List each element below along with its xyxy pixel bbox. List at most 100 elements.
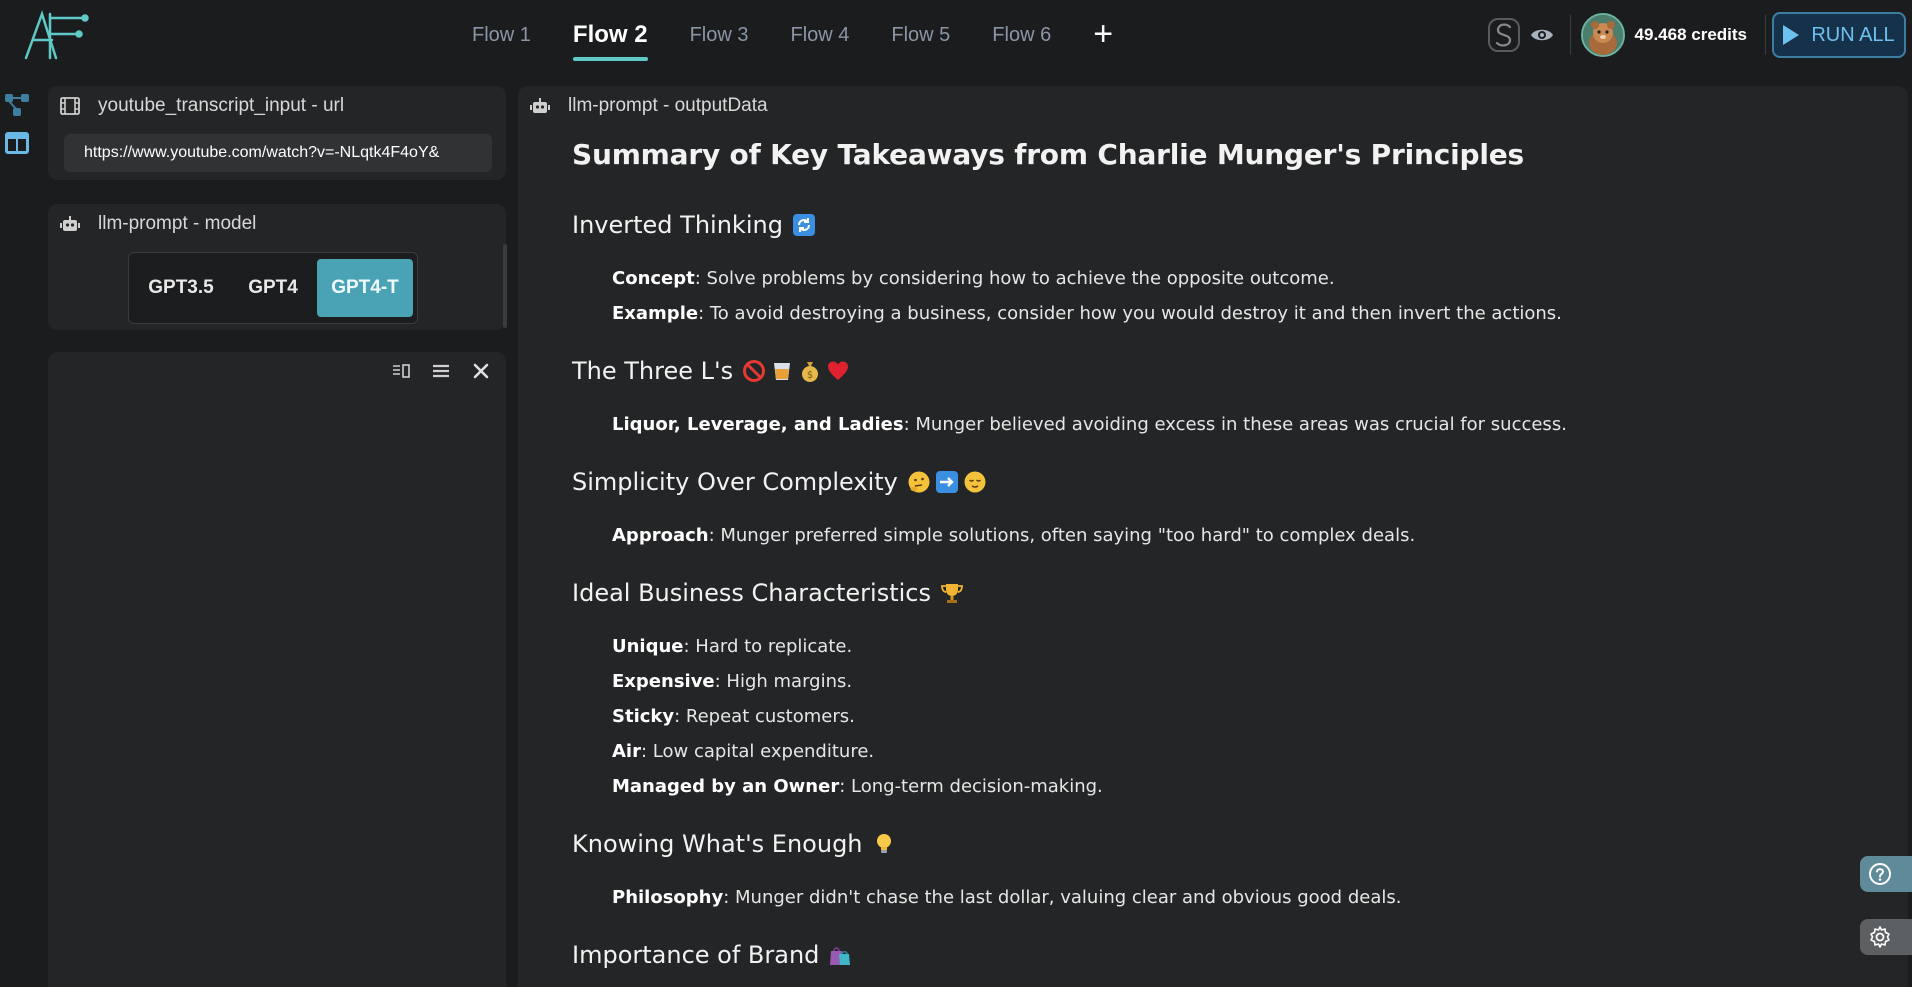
output-panel: llm-prompt - outputData Summary of Key T… [518, 86, 1908, 987]
panel-header: llm-prompt - outputData [518, 86, 1908, 126]
split-view-icon[interactable] [390, 360, 412, 382]
item-text: : Munger preferred simple solutions, oft… [708, 525, 1416, 546]
svg-text:$: $ [807, 370, 813, 381]
item-label: Approach [612, 525, 709, 546]
item-label: Unique [612, 636, 684, 657]
credits-balance: 49.468 credits [1634, 25, 1747, 44]
top-bar: Flow 1 Flow 2 Flow 3 Flow 4 Flow 5 Flow … [0, 0, 1912, 70]
item-label: Philosophy [612, 887, 724, 908]
model-panel: llm-prompt - model GPT3.5 GPT4 GPT4-T [48, 204, 507, 330]
list-item: Approach: Munger preferred simple soluti… [612, 518, 1872, 553]
item-text: : Low capital expenditure. [640, 741, 875, 762]
section-title: Knowing What's Enough [572, 830, 1872, 858]
section-brand: Importance of Brand [572, 941, 1872, 969]
user-avatar[interactable] [1580, 13, 1625, 57]
list-item: Air: Low capital expenditure. [612, 734, 1872, 769]
tab-flow-5[interactable]: Flow 5 [891, 0, 950, 70]
thinking-face-icon [906, 469, 932, 495]
model-selector: GPT3.5 GPT4 GPT4-T [128, 252, 418, 324]
section-three-ls: The Three L's $ Liquor, Leverage, and La… [572, 357, 1872, 442]
tab-flow-3[interactable]: Flow 3 [690, 0, 749, 70]
item-text: : Munger didn't chase the last dollar, v… [723, 887, 1402, 908]
section-title-text: Ideal Business Characteristics [572, 579, 931, 607]
flow-graph-icon[interactable] [0, 86, 34, 124]
list-item: Managed by an Owner: Long-term decision-… [612, 769, 1872, 804]
item-label: Expensive [612, 671, 715, 692]
s-logo-icon[interactable] [1487, 18, 1520, 52]
tab-flow-1[interactable]: Flow 1 [472, 0, 531, 70]
trophy-icon [939, 580, 965, 606]
item-text: : Munger believed avoiding excess in the… [903, 414, 1567, 435]
layout-panels-icon[interactable] [0, 124, 34, 162]
settings-gear-icon [1870, 926, 1890, 948]
section-title-text: Inverted Thinking [572, 211, 783, 239]
list-item: Philosophy: Munger didn't chase the last… [612, 880, 1872, 915]
item-label: Liquor, Leverage, and Ladies [612, 414, 904, 435]
left-rail [0, 86, 34, 162]
section-title-text: Knowing What's Enough [572, 830, 863, 858]
item-label: Concept [612, 268, 695, 289]
section-knowing-enough: Knowing What's Enough Philosophy: Munger… [572, 830, 1872, 915]
divider [1569, 15, 1571, 55]
section-title: Inverted Thinking [572, 211, 1872, 239]
item-label: Example [612, 303, 699, 324]
help-circle-icon [1869, 863, 1891, 885]
flow-tabs: Flow 1 Flow 2 Flow 3 Flow 4 Flow 5 Flow … [472, 0, 1113, 70]
model-option-gpt4-turbo[interactable]: GPT4-T [317, 259, 413, 317]
relieved-face-icon [962, 469, 988, 495]
list-item: Unique: Hard to replicate. [612, 629, 1872, 664]
item-text: : To avoid destroying a business, consid… [698, 303, 1562, 324]
add-flow-button[interactable]: + [1093, 17, 1113, 51]
list-item: Liquor, Leverage, and Ladies: Munger bel… [612, 407, 1872, 442]
right-arrow-icon [934, 469, 960, 495]
tab-flow-2[interactable]: Flow 2 [572, 0, 648, 70]
run-all-label: RUN ALL [1811, 23, 1895, 46]
app-logo[interactable] [22, 10, 92, 62]
section-ideal-business: Ideal Business Characteristics Unique: H… [572, 579, 1872, 804]
item-label: Air [612, 741, 641, 762]
panel-title: llm-prompt - outputData [568, 95, 768, 116]
section-title-text: Importance of Brand [572, 941, 820, 969]
panel-toolbar [372, 360, 492, 382]
run-all-button[interactable]: RUN ALL [1772, 12, 1906, 58]
youtube-url-panel: youtube_transcript_input - url https://w… [48, 86, 506, 180]
tab-flow-6[interactable]: Flow 6 [992, 0, 1051, 70]
item-label: Sticky [612, 706, 675, 727]
cycle-arrows-icon [791, 212, 817, 238]
section-simplicity: Simplicity Over Complexity Approach: Mun… [572, 468, 1872, 553]
item-text: : Solve problems by considering how to a… [694, 268, 1335, 289]
panel-header: youtube_transcript_input - url [48, 86, 506, 126]
play-icon [1783, 25, 1800, 45]
list-item: Expensive: High margins. [612, 664, 1872, 699]
top-right-controls: 49.468 credits RUN ALL [1487, 0, 1912, 70]
robot-icon [60, 214, 80, 234]
divider [1765, 15, 1766, 55]
list-item: Sticky: Repeat customers. [612, 699, 1872, 734]
section-title: The Three L's $ [572, 357, 1872, 385]
eye-icon[interactable] [1530, 26, 1554, 44]
scrollbar[interactable] [503, 244, 507, 328]
menu-icon[interactable] [430, 360, 452, 382]
list-item: Concept: Solve problems by considering h… [612, 261, 1872, 296]
tab-flow-4[interactable]: Flow 4 [790, 0, 849, 70]
settings-button[interactable] [1860, 919, 1912, 955]
shopping-bags-icon [827, 942, 853, 968]
item-label: Managed by an Owner [612, 776, 840, 797]
section-inverted-thinking: Inverted Thinking Concept: Solve problem… [572, 211, 1872, 331]
youtube-url-input[interactable]: https://www.youtube.com/watch?v=-NLqtk4F… [64, 134, 492, 172]
robot-icon [530, 96, 550, 116]
model-option-gpt35[interactable]: GPT3.5 [133, 259, 229, 317]
output-content: Summary of Key Takeaways from Charlie Mu… [572, 138, 1872, 987]
item-text: : Repeat customers. [674, 706, 855, 727]
item-text: : Hard to replicate. [683, 636, 853, 657]
section-title: Ideal Business Characteristics [572, 579, 1872, 607]
panel-title: llm-prompt - model [98, 213, 257, 234]
item-text: : Long-term decision-making. [839, 776, 1103, 797]
item-text: : High margins. [714, 671, 853, 692]
close-icon[interactable] [470, 360, 492, 382]
help-button[interactable] [1860, 856, 1912, 892]
whiskey-glass-icon [769, 358, 795, 384]
model-option-gpt4[interactable]: GPT4 [229, 259, 317, 317]
section-title: Simplicity Over Complexity [572, 468, 1872, 496]
panel-header: llm-prompt - model [48, 204, 506, 244]
